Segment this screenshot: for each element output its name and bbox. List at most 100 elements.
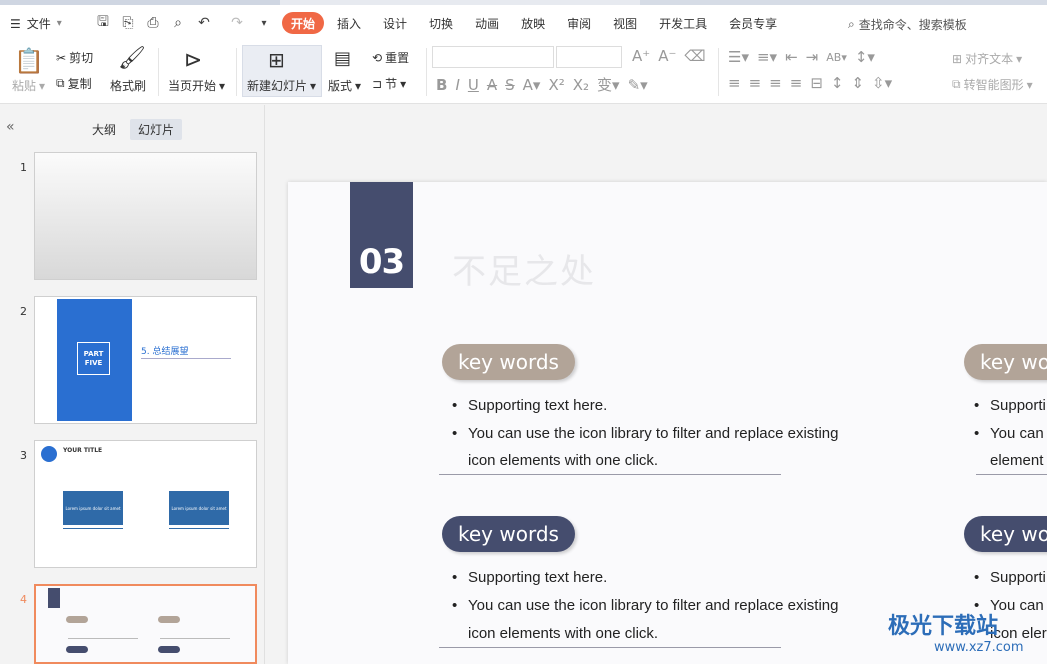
new-slide-icon[interactable]: ⊞ <box>268 48 285 72</box>
sort-icon[interactable]: ↕▾ <box>855 48 875 66</box>
bullet-text-continuation[interactable]: icon elements with one click. <box>468 447 658 474</box>
copy-button[interactable]: ⧉ 复制 <box>56 75 92 92</box>
new-slide-button[interactable]: 新建幻灯片 ▾ <box>247 77 316 94</box>
slide-thumbnail-3[interactable]: YOUR TITLE Lorem ipsum dolor sit amet Lo… <box>34 440 257 568</box>
bullet-item[interactable]: • Supporti <box>974 392 1046 419</box>
chevron-down-icon: ▾ <box>39 78 46 93</box>
save-icon[interactable]: 🖫 <box>94 14 112 32</box>
numbered-list-icon[interactable]: ≡▾ <box>757 48 777 66</box>
tab-member[interactable]: 会员专享 <box>720 12 786 34</box>
bold-icon[interactable]: B <box>436 76 447 94</box>
section-button[interactable]: ⊐ 节 ▾ <box>372 75 406 92</box>
file-menu-label: 文件 <box>26 17 51 31</box>
bullet-item[interactable]: • You can use the icon library to filter … <box>452 592 839 619</box>
align-center-icon[interactable]: ≡ <box>749 74 762 92</box>
paste-icon[interactable]: 📋 <box>14 47 44 75</box>
tab-slides[interactable]: 幻灯片 <box>130 119 183 140</box>
undo-icon[interactable]: ↶ <box>195 14 213 32</box>
keyword-pill[interactable]: key words <box>442 344 575 380</box>
align-text-button[interactable]: ⊞ 对齐文本 ▾ <box>952 50 1022 67</box>
highlight-icon[interactable]: ✎▾ <box>628 76 648 94</box>
decrease-indent-icon[interactable]: ⇤ <box>785 48 798 66</box>
customize-toolbar-icon[interactable]: ▾ <box>255 14 273 32</box>
superscript-icon[interactable]: X² <box>548 76 564 94</box>
clear-format-icon[interactable]: ⌫ <box>684 47 705 65</box>
slide-section-number: 03 <box>350 182 413 288</box>
bullet-item[interactable]: • You can use the icon library to filter … <box>452 420 839 447</box>
cut-button[interactable]: ✂ 剪切 <box>56 49 93 66</box>
font-size-select[interactable] <box>556 46 622 68</box>
slide-thumbnail-4[interactable] <box>34 584 257 664</box>
scissors-icon: ✂ <box>56 50 67 65</box>
strikethrough-icon[interactable]: A <box>487 76 497 94</box>
command-search[interactable]: ⌕ 查找命令、搜索模板 <box>848 16 967 33</box>
increase-font-icon[interactable]: A⁺ <box>632 47 650 65</box>
collapse-pane-icon[interactable]: « <box>6 119 15 135</box>
print-icon[interactable]: ⎙ <box>144 14 162 32</box>
layout-icon[interactable]: ▤ <box>334 48 351 69</box>
tab-home[interactable]: 开始 <box>282 12 325 34</box>
format-painter-label: 格式刷 <box>110 79 147 93</box>
text-box-icon[interactable]: AB▾ <box>826 51 847 64</box>
tab-transitions[interactable]: 切换 <box>420 12 462 34</box>
thumb-pill <box>66 646 88 653</box>
export-pdf-icon[interactable]: ⎘ <box>119 14 137 32</box>
slide-thumbnail-2[interactable]: PART FIVE 5. 总结展望 <box>34 296 257 424</box>
smartart-button[interactable]: ⧉ 转智能图形 ▾ <box>952 76 1033 93</box>
bullet-item[interactable]: • Supporti <box>974 564 1046 591</box>
paste-button[interactable]: 粘贴 ▾ <box>12 77 45 94</box>
phonetic-icon[interactable]: 变▾ <box>597 74 620 95</box>
layout-button[interactable]: 版式 ▾ <box>328 77 361 94</box>
reset-button[interactable]: ⟲ 重置 <box>372 49 409 66</box>
title-bar: ☰ 文件 ▾ 🖫 ⎘ ⎙ ⌕ ↶ ↷ ▾ 开始 插入 设计 切换 动画 放映 审… <box>0 0 1047 40</box>
tab-slideshow[interactable]: 放映 <box>512 12 554 34</box>
spacing-menu-icon[interactable]: ⇳▾ <box>872 74 892 92</box>
text-format-controls: B I U A S A▾ X² X₂ 变▾ ✎▾ <box>436 74 648 95</box>
bullet-item[interactable]: • You can <box>974 420 1044 447</box>
file-menu[interactable]: ☰ 文件 ▾ <box>10 15 62 32</box>
tab-animations[interactable]: 动画 <box>466 12 508 34</box>
bullet-text: You can use the icon library to filter a… <box>468 425 839 442</box>
paragraph-spacing-icon[interactable]: ⇕ <box>851 74 864 92</box>
bullet-item[interactable]: • You can <box>974 592 1044 619</box>
keyword-pill[interactable]: key wor <box>964 516 1047 552</box>
keyword-pill[interactable]: key wor <box>964 344 1047 380</box>
keyword-pill[interactable]: key words <box>442 516 575 552</box>
decrease-font-icon[interactable]: A⁻ <box>658 47 676 65</box>
distribute-icon[interactable]: ⊟ <box>810 74 823 92</box>
font-color-icon[interactable]: A▾ <box>523 76 541 94</box>
bullet-text-continuation[interactable]: element <box>990 447 1043 474</box>
align-right-icon[interactable]: ≡ <box>769 74 782 92</box>
slide-thumbnail-1[interactable] <box>34 152 257 280</box>
tab-design[interactable]: 设计 <box>374 12 416 34</box>
bullet-text-continuation[interactable]: icon elements with one click. <box>468 620 658 647</box>
line-spacing-icon[interactable]: ↕ <box>831 74 844 92</box>
tab-developer[interactable]: 开发工具 <box>650 12 716 34</box>
thumb-box-1: Lorem ipsum dolor sit amet <box>63 491 123 525</box>
tab-insert[interactable]: 插入 <box>328 12 370 34</box>
format-painter-button[interactable]: 格式刷 <box>110 77 146 94</box>
chevron-down-icon: ▾ <box>400 76 407 91</box>
subscript-icon[interactable]: X₂ <box>573 76 589 94</box>
underline-icon[interactable]: U <box>468 76 479 94</box>
play-icon[interactable]: ⊳ <box>184 48 202 73</box>
font-name-select[interactable] <box>432 46 554 68</box>
tab-view[interactable]: 视图 <box>604 12 646 34</box>
tab-outline[interactable]: 大纲 <box>84 119 124 140</box>
from-current-button[interactable]: 当页开始 ▾ <box>168 77 225 94</box>
justify-icon[interactable]: ≡ <box>790 74 803 92</box>
tab-review[interactable]: 审阅 <box>558 12 600 34</box>
text-shadow-icon[interactable]: S <box>505 76 515 94</box>
format-painter-icon[interactable]: 🖌 <box>118 46 146 71</box>
bullet-list-icon[interactable]: ☰▾ <box>728 48 749 66</box>
bullet-item[interactable]: • Supporting text here. <box>452 392 607 419</box>
italic-icon[interactable]: I <box>455 76 459 94</box>
redo-icon[interactable]: ↷ <box>228 14 246 32</box>
current-slide[interactable]: 03 不足之处 key words • Supporting text here.… <box>288 182 1047 664</box>
increase-indent-icon[interactable]: ⇥ <box>806 48 819 66</box>
divider-line <box>439 647 781 648</box>
slide-title[interactable]: 不足之处 <box>452 244 596 293</box>
align-left-icon[interactable]: ≡ <box>728 74 741 92</box>
print-preview-icon[interactable]: ⌕ <box>169 14 187 32</box>
bullet-item[interactable]: • Supporting text here. <box>452 564 607 591</box>
